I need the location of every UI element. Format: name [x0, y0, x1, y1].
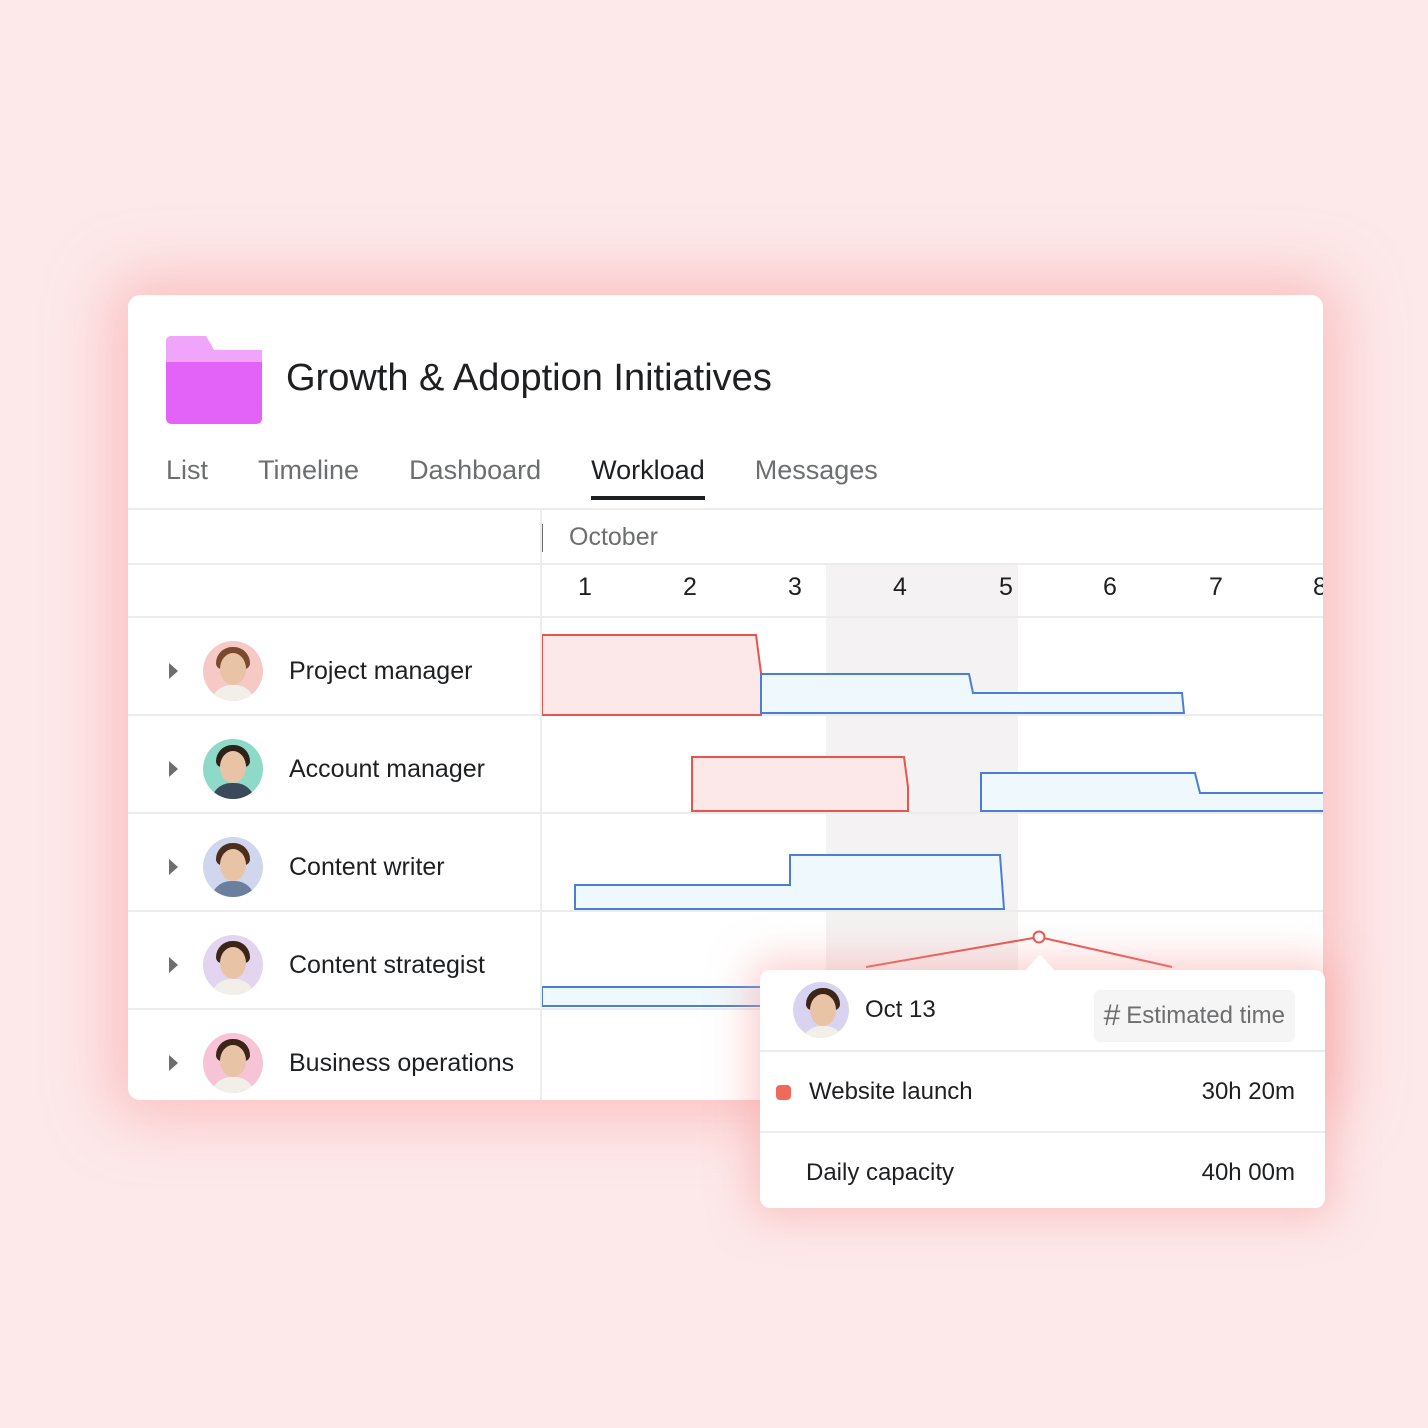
task-color-dot	[776, 1084, 791, 1100]
task-row: Website launch 30h 20m	[760, 1052, 1325, 1131]
field-label: Estimated time	[1126, 1002, 1285, 1029]
task-label: Website launch	[809, 1077, 973, 1105]
hash-icon: #	[1103, 999, 1121, 1032]
workload-line	[865, 935, 1173, 968]
capacity-value: 40h 00m	[1201, 1158, 1295, 1186]
over-capacity-shape	[542, 634, 762, 716]
workload-shape	[542, 986, 771, 1007]
workload-shape	[760, 673, 1186, 714]
workload-chart	[542, 634, 1323, 1007]
tooltip-header: Oct 13 # Estimated time	[760, 970, 1325, 1052]
tooltip-date: Oct 13	[865, 996, 936, 1023]
estimated-time-field[interactable]: # Estimated time	[1093, 990, 1295, 1042]
workload-shape	[574, 854, 1006, 910]
hover-point	[1032, 930, 1046, 944]
over-capacity-shape	[691, 756, 909, 812]
workload-tooltip: Oct 13 # Estimated time Website launch 3…	[760, 954, 1325, 1208]
capacity-row: Daily capacity 40h 00m	[760, 1131, 1325, 1212]
workload-shape	[980, 772, 1323, 812]
avatar	[793, 982, 849, 1038]
task-value: 30h 20m	[1201, 1077, 1295, 1105]
capacity-label: Daily capacity	[806, 1158, 955, 1186]
